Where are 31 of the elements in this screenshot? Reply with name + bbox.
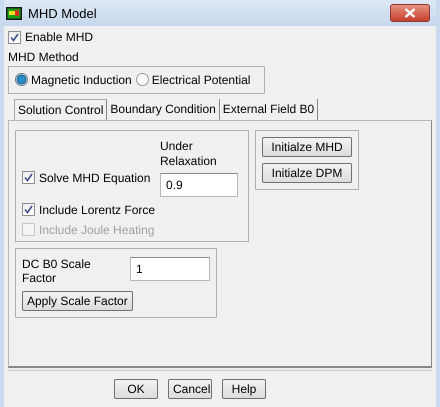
app-icon — [6, 6, 22, 20]
dialog-button[interactable]: Help — [222, 378, 266, 398]
dialog-button[interactable]: Cancel — [168, 378, 212, 398]
input-field[interactable]: 1 — [130, 256, 210, 280]
close-button[interactable] — [390, 4, 430, 22]
enable-mhd-checkbox[interactable]: Enable MHD — [8, 30, 94, 44]
check-icon — [10, 32, 19, 42]
window-title: MHD Model — [28, 6, 98, 20]
input-field[interactable]: 0.9 — [160, 172, 238, 196]
checkbox-label: Include Lorentz Force — [39, 202, 156, 216]
initialize-button[interactable]: Initialze DPM — [262, 162, 352, 182]
field-label: Under Relaxation — [160, 138, 218, 168]
checkbox[interactable] — [22, 171, 35, 184]
apply-button[interactable]: Apply Scale Factor — [22, 290, 133, 310]
checkbox-label: Solve MHD Equation — [39, 170, 150, 184]
section-label: MHD Method — [8, 50, 80, 64]
close-icon — [404, 8, 416, 18]
checkbox[interactable] — [8, 30, 21, 44]
radio-button[interactable] — [136, 73, 149, 86]
checkbox-label: Include Joule Heating — [39, 222, 154, 236]
option-checkbox[interactable]: Solve MHD Equation — [22, 170, 160, 184]
radio-button[interactable] — [15, 73, 28, 86]
initialize-button[interactable]: Initialze MHD — [262, 136, 352, 156]
check-icon — [24, 173, 33, 182]
check-icon — [24, 205, 33, 214]
field-label: DC B0 Scale Factor — [22, 256, 92, 284]
dialog-button[interactable]: OK — [114, 378, 158, 398]
checkbox-label: Enable MHD — [25, 30, 94, 44]
tab[interactable]: Solution Control — [14, 98, 108, 120]
option-checkbox[interactable]: Include Lorentz Force — [22, 202, 240, 216]
checkbox[interactable] — [22, 203, 35, 216]
